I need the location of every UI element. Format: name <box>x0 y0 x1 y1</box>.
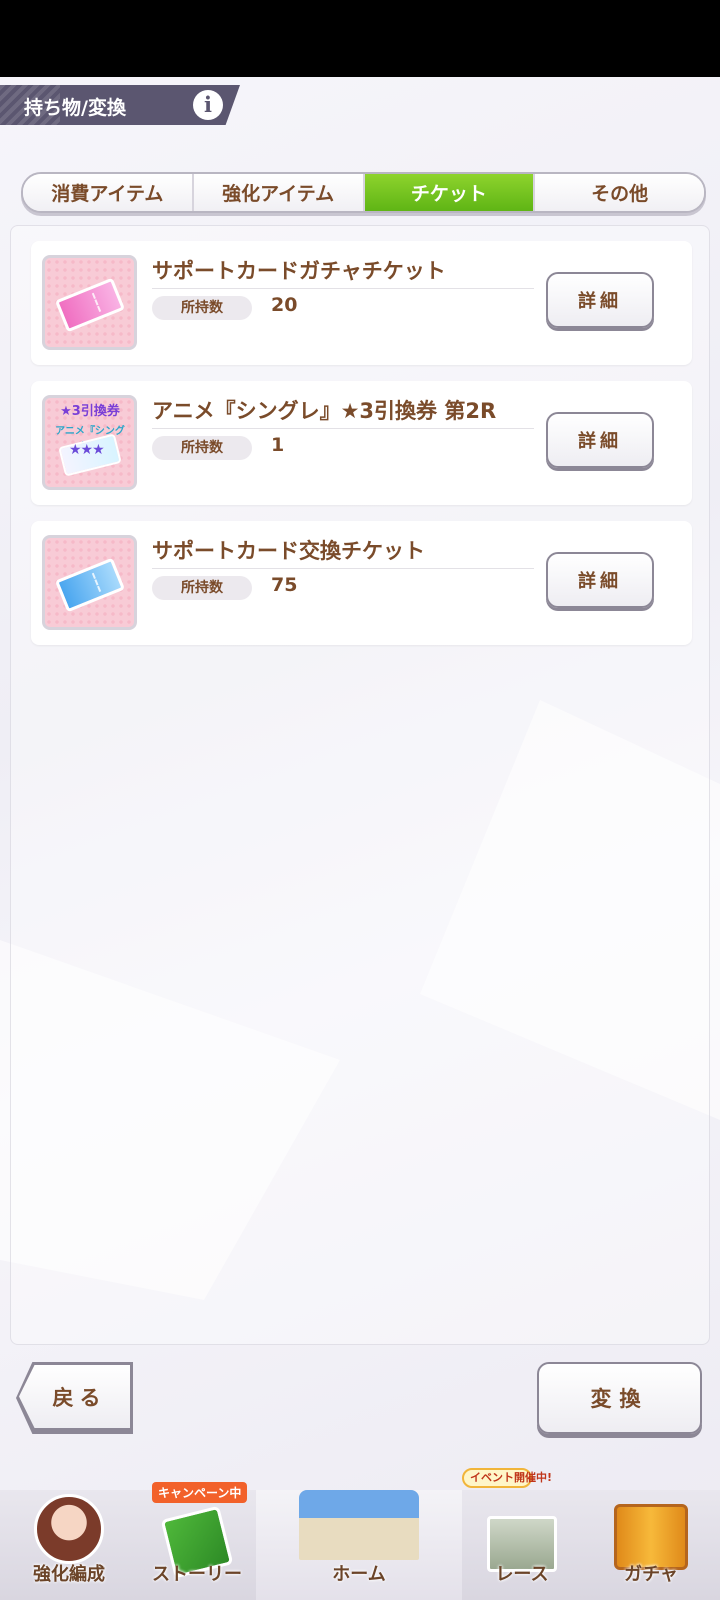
item-name: アニメ『シングレ』★3引換券 第2R <box>152 399 497 423</box>
list-item: サポートカード交換チケット 所持数 75 詳細 <box>31 521 692 645</box>
list-item: ★3引換券 アニメ『シングレ』 ★★★ アニメ『シングレ』★3引換券 第2R 所… <box>31 381 692 505</box>
owned-count-value: 20 <box>271 294 298 316</box>
item-name: サポートカードガチャチケット <box>152 259 446 283</box>
back-button[interactable]: 戻る <box>16 1362 133 1434</box>
star-icon: ★★★ <box>69 442 105 458</box>
blue-ticket-icon <box>42 535 137 630</box>
detail-button[interactable]: 詳細 <box>546 272 654 328</box>
tab-other[interactable]: その他 <box>535 174 704 211</box>
owned-count-value: 75 <box>271 574 298 596</box>
item-name: サポートカード交換チケット <box>152 539 425 563</box>
screen-header: 持ち物/変換 i <box>0 85 240 125</box>
detail-button[interactable]: 詳細 <box>546 412 654 468</box>
detail-button[interactable]: 詳細 <box>546 552 654 608</box>
owned-count-label: 所持数 <box>152 576 252 600</box>
tab-enhancement-items[interactable]: 強化アイテム <box>193 174 365 211</box>
campaign-badge: キャンペーン中 <box>152 1482 248 1503</box>
page-title: 持ち物/変換 <box>24 97 126 119</box>
info-icon[interactable]: i <box>193 90 223 120</box>
owned-count-label: 所持数 <box>152 436 252 460</box>
status-bar <box>0 0 720 77</box>
tab-consumables[interactable]: 消費アイテム <box>23 174 194 211</box>
bottom-navigation: 強化編成 キャンペーン中 ストーリー ホーム イベント開催中! レース ガチャ <box>0 1468 720 1600</box>
divider <box>152 288 534 289</box>
nav-item-gacha[interactable]: ガチャ <box>582 1490 720 1600</box>
voucher-icon-text: ★3引換券 <box>60 404 120 419</box>
divider <box>152 568 534 569</box>
owned-count-label: 所持数 <box>152 296 252 320</box>
pink-ticket-icon <box>42 255 137 350</box>
convert-button[interactable]: 変換 <box>537 1362 702 1434</box>
event-badge: イベント開催中! <box>462 1468 552 1488</box>
nav-item-story[interactable]: キャンペーン中 ストーリー <box>138 1482 256 1600</box>
owned-count-value: 1 <box>271 434 285 456</box>
nav-item-race[interactable]: イベント開催中! レース <box>462 1468 582 1600</box>
back-button-label: 戻る <box>19 1365 130 1428</box>
divider <box>152 428 534 429</box>
nav-item-home[interactable]: ホーム <box>256 1490 462 1600</box>
school-building-icon <box>299 1490 419 1560</box>
voucher-ticket-icon: ★3引換券 アニメ『シングレ』 ★★★ <box>42 395 137 490</box>
tab-tickets[interactable]: チケット <box>364 174 536 211</box>
category-tabs: 消費アイテム 強化アイテム チケット その他 <box>21 172 706 213</box>
character-avatar-icon <box>34 1494 104 1564</box>
list-item: サポートカードガチャチケット 所持数 20 詳細 <box>31 241 692 365</box>
nav-item-enhance-formation[interactable]: 強化編成 <box>0 1490 138 1600</box>
